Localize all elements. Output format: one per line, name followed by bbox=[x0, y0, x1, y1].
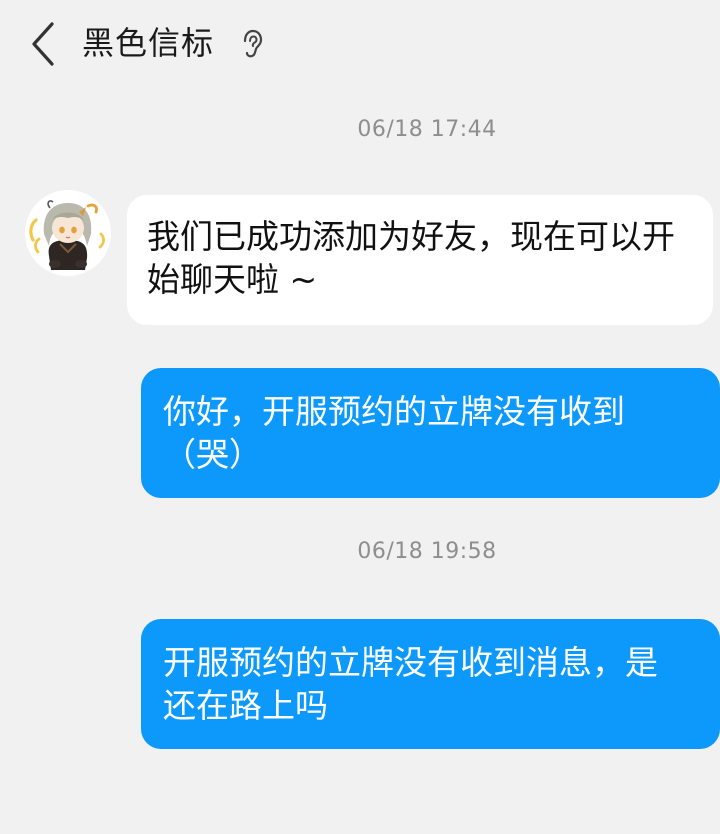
message-bubble-incoming[interactable]: 我们已成功添加为好友，现在可以开始聊天啦 ~ bbox=[127, 195, 713, 325]
message-bubble-outgoing[interactable]: 开服预约的立牌没有收到消息，是还在路上吗 bbox=[141, 619, 720, 749]
contact-avatar[interactable] bbox=[25, 190, 111, 276]
chevron-left-icon bbox=[32, 22, 54, 66]
message-timestamp: 06/18 19:58 bbox=[357, 539, 497, 564]
message-bubble-outgoing[interactable]: 你好，开服预约的立牌没有收到（哭） bbox=[141, 368, 720, 498]
ear-icon bbox=[243, 29, 263, 58]
chat-header: 黑色信标 bbox=[0, 0, 720, 90]
avatar-image bbox=[25, 190, 111, 276]
message-timestamp: 06/18 17:44 bbox=[357, 117, 497, 142]
back-button[interactable] bbox=[22, 18, 66, 70]
chat-title: 黑色信标 bbox=[82, 24, 215, 62]
